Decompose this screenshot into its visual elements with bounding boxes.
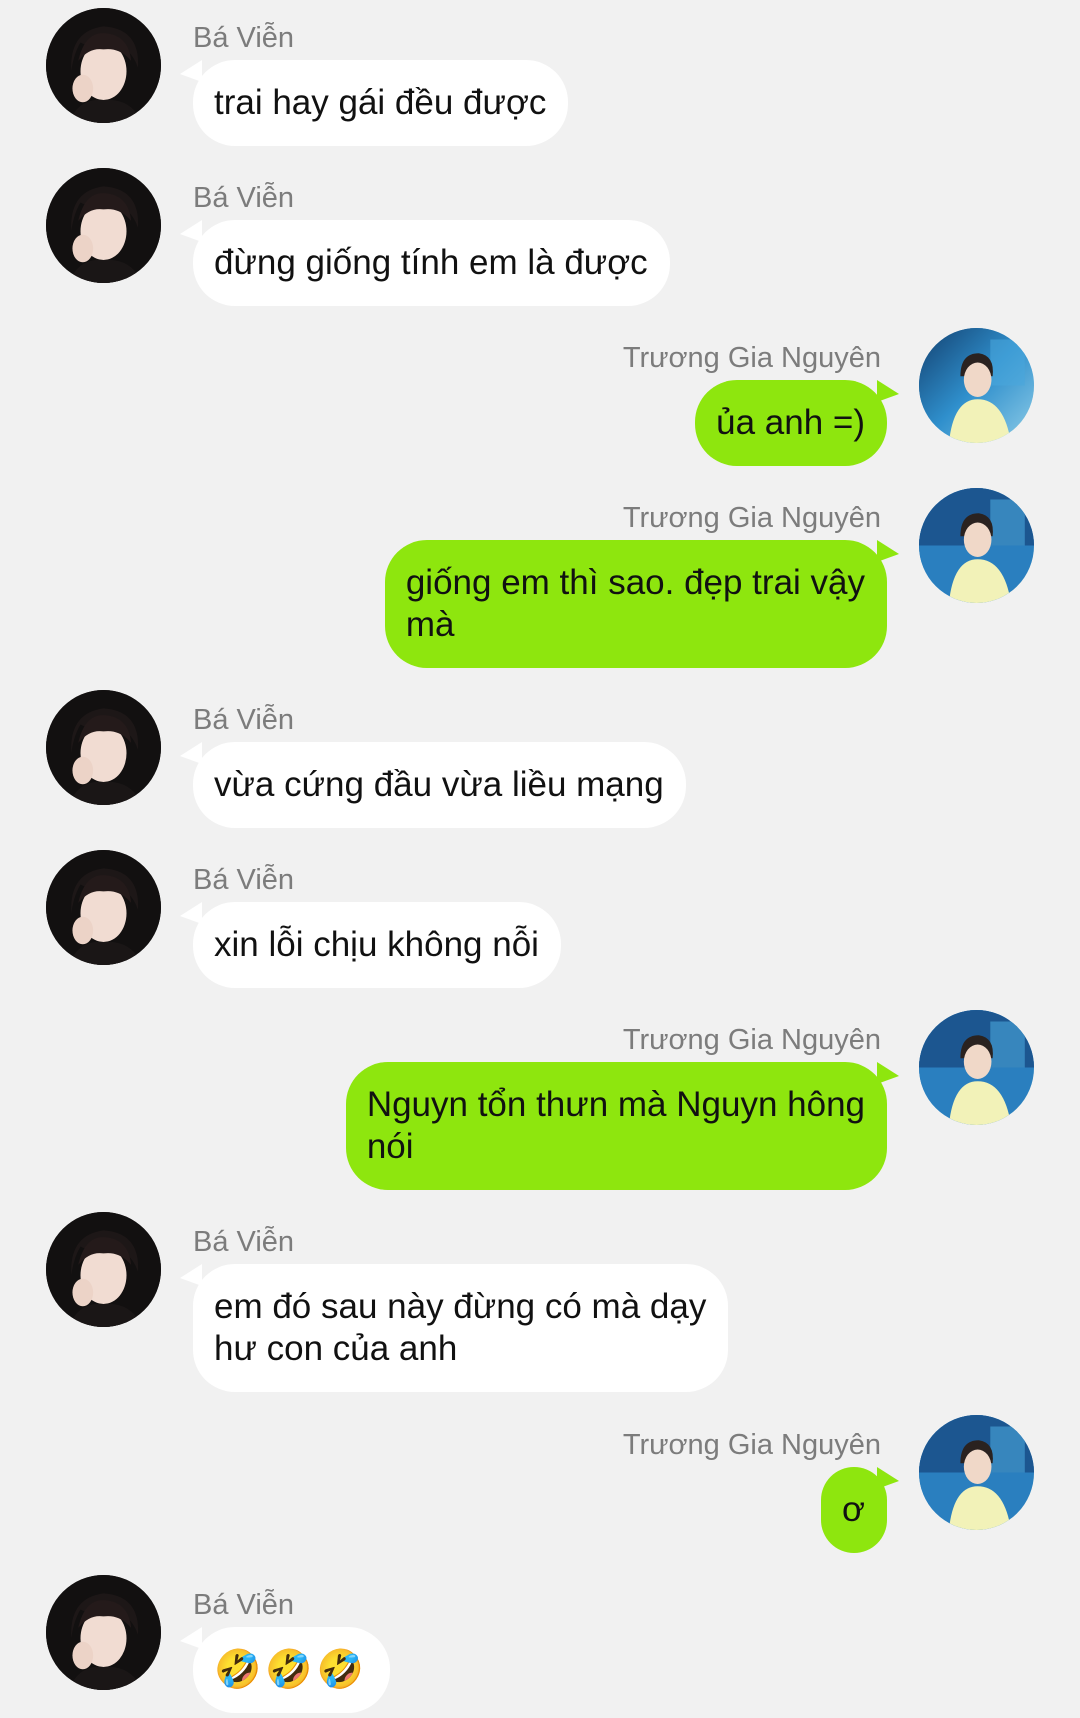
- message-outgoing: Trương Gia Nguyên ủa anh =): [0, 328, 1080, 466]
- message-incoming: Bá Viễn trai hay gái đều được: [0, 8, 1080, 146]
- message-incoming: Bá Viễn đừng giống tính em là được: [0, 168, 1080, 306]
- sender-name: Bá Viễn: [193, 1589, 295, 1621]
- avatar-truong-gia-nguyen[interactable]: [919, 328, 1034, 443]
- avatar-ba-vien[interactable]: [46, 850, 161, 965]
- avatar-person-icon: [46, 168, 161, 283]
- avatar-ba-vien[interactable]: [46, 8, 161, 123]
- message-incoming: Bá Viễn xin lỗi chịu không nỗi: [0, 850, 1080, 988]
- avatar-person-icon: [46, 8, 161, 123]
- avatar-truong-gia-nguyen[interactable]: [919, 488, 1034, 603]
- message-outgoing: Trương Gia Nguyên giống em thì sao. đẹp …: [0, 488, 1080, 668]
- avatar-person-icon: [46, 1575, 161, 1690]
- sender-name: Trương Gia Nguyên: [622, 342, 881, 374]
- avatar-person-icon: [46, 850, 161, 965]
- message-bubble[interactable]: giống em thì sao. đẹp trai vậy mà: [384, 540, 887, 668]
- avatar-person-icon: [919, 488, 1034, 603]
- avatar-person-icon: [919, 328, 1034, 443]
- message-outgoing: Trương Gia Nguyên Nguyn tổn thưn mà Nguy…: [0, 1010, 1080, 1190]
- avatar-person-icon: [46, 1212, 161, 1327]
- sender-name: Trương Gia Nguyên: [622, 502, 881, 534]
- avatar-ba-vien[interactable]: [46, 1212, 161, 1327]
- avatar-truong-gia-nguyen[interactable]: [919, 1010, 1034, 1125]
- avatar-ba-vien[interactable]: [46, 1575, 161, 1690]
- avatar-truong-gia-nguyen[interactable]: [919, 1415, 1034, 1530]
- message-bubble[interactable]: ủa anh =): [695, 380, 887, 466]
- sender-name: Bá Viễn: [193, 864, 295, 896]
- message-bubble[interactable]: đừng giống tính em là được: [193, 220, 670, 306]
- message-incoming: Bá Viễn vừa cứng đầu vừa liều mạng: [0, 690, 1080, 828]
- message-bubble[interactable]: vừa cứng đầu vừa liều mạng: [193, 742, 686, 828]
- sender-name: Trương Gia Nguyên: [622, 1024, 881, 1056]
- avatar-ba-vien[interactable]: [46, 690, 161, 805]
- avatar-person-icon: [919, 1415, 1034, 1530]
- avatar-ba-vien[interactable]: [46, 168, 161, 283]
- message-incoming: Bá Viễn 🤣🤣🤣: [0, 1575, 1080, 1715]
- chat-thread: Bá Viễn trai hay gái đều được Bá Viễn đừ…: [0, 0, 1080, 1718]
- sender-name: Bá Viễn: [193, 704, 295, 736]
- sender-name: Bá Viễn: [193, 182, 295, 214]
- message-outgoing: Trương Gia Nguyên ơ: [0, 1415, 1080, 1553]
- sender-name: Bá Viễn: [193, 22, 295, 54]
- avatar-person-icon: [919, 1010, 1034, 1125]
- message-bubble[interactable]: xin lỗi chịu không nỗi: [193, 902, 561, 988]
- message-bubble[interactable]: trai hay gái đều được: [193, 60, 569, 146]
- avatar-person-icon: [46, 690, 161, 805]
- message-bubble[interactable]: 🤣🤣🤣: [193, 1627, 390, 1713]
- sender-name: Trương Gia Nguyên: [622, 1429, 881, 1461]
- message-incoming: Bá Viễn em đó sau này đừng có mà dạy hư …: [0, 1212, 1080, 1392]
- sender-name: Bá Viễn: [193, 1226, 295, 1258]
- message-bubble[interactable]: ơ: [821, 1467, 887, 1553]
- message-bubble[interactable]: Nguyn tổn thưn mà Nguyn hông nói: [345, 1062, 887, 1190]
- message-bubble[interactable]: em đó sau này đừng có mà dạy hư con của …: [193, 1264, 729, 1392]
